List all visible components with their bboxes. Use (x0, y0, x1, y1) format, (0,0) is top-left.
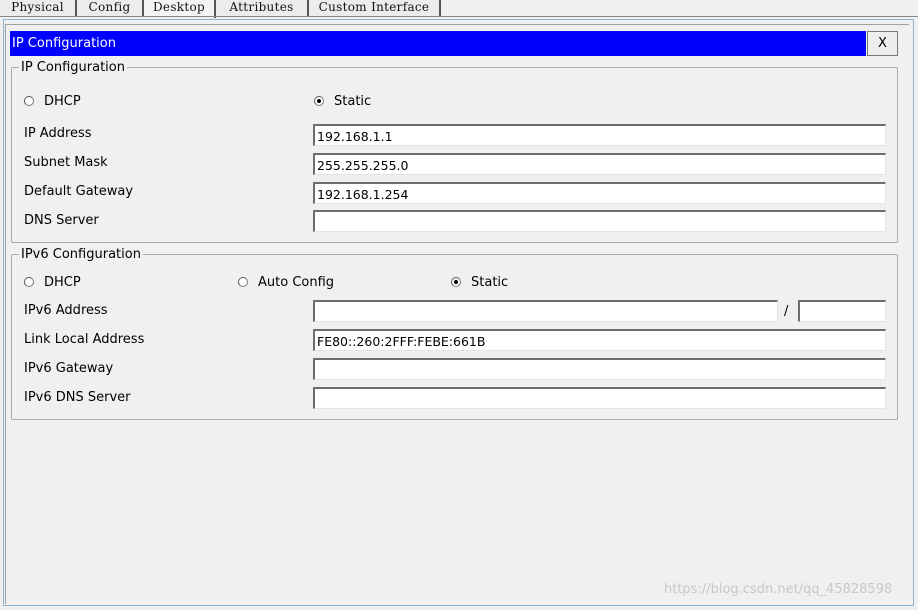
tab-attributes[interactable]: Attributes (216, 0, 309, 16)
ipv6-gateway-field[interactable] (313, 358, 886, 380)
radio-unchecked-icon (238, 277, 248, 287)
default-gateway-label: Default Gateway (24, 184, 134, 199)
window-title: IP Configuration (10, 31, 866, 56)
link-local-address-field[interactable] (313, 329, 886, 351)
watermark-text: https://blog.csdn.net/qq_45828598 (664, 582, 893, 597)
ip-address-field[interactable] (313, 124, 886, 146)
ipv6-address-field[interactable] (313, 300, 778, 322)
link-local-address-label: Link Local Address (24, 332, 145, 347)
ipv6-address-label: IPv6 Address (24, 303, 108, 318)
ipv6-group-title: IPv6 Configuration (19, 247, 143, 262)
subnet-mask-field[interactable] (313, 153, 886, 175)
dns-server-label: DNS Server (24, 213, 99, 228)
radio-checked-icon (314, 96, 324, 106)
close-button[interactable]: X (867, 31, 898, 56)
ipv4-static-label: Static (334, 94, 372, 109)
radio-unchecked-icon (24, 96, 34, 106)
ipv6-prefix-field[interactable] (798, 300, 886, 322)
subnet-mask-label: Subnet Mask (24, 155, 108, 170)
tab-physical[interactable]: Physical (0, 0, 77, 16)
dns-server-field[interactable] (313, 210, 886, 232)
ipv4-group-title: IP Configuration (19, 60, 127, 75)
ipv4-dhcp-label: DHCP (44, 94, 81, 109)
ip-address-label: IP Address (24, 126, 92, 141)
tab-custom-interface[interactable]: Custom Interface (309, 0, 441, 16)
ipv6-dns-server-field[interactable] (313, 387, 886, 409)
default-gateway-field[interactable] (313, 182, 886, 204)
ipv6-dns-server-label: IPv6 DNS Server (24, 390, 131, 405)
radio-unchecked-icon (24, 277, 34, 287)
prefix-separator: / (784, 304, 789, 319)
ipv6-dhcp-label: DHCP (44, 275, 81, 290)
radio-checked-icon (451, 277, 461, 287)
tab-config[interactable]: Config (77, 0, 144, 16)
ipv6-gateway-label: IPv6 Gateway (24, 361, 114, 376)
tab-divider (0, 16, 918, 17)
ipv6-static-label: Static (471, 275, 509, 290)
tab-bar: Physical Config Desktop Attributes Custo… (0, 0, 918, 18)
ipv6-auto-config-label: Auto Config (258, 275, 335, 290)
